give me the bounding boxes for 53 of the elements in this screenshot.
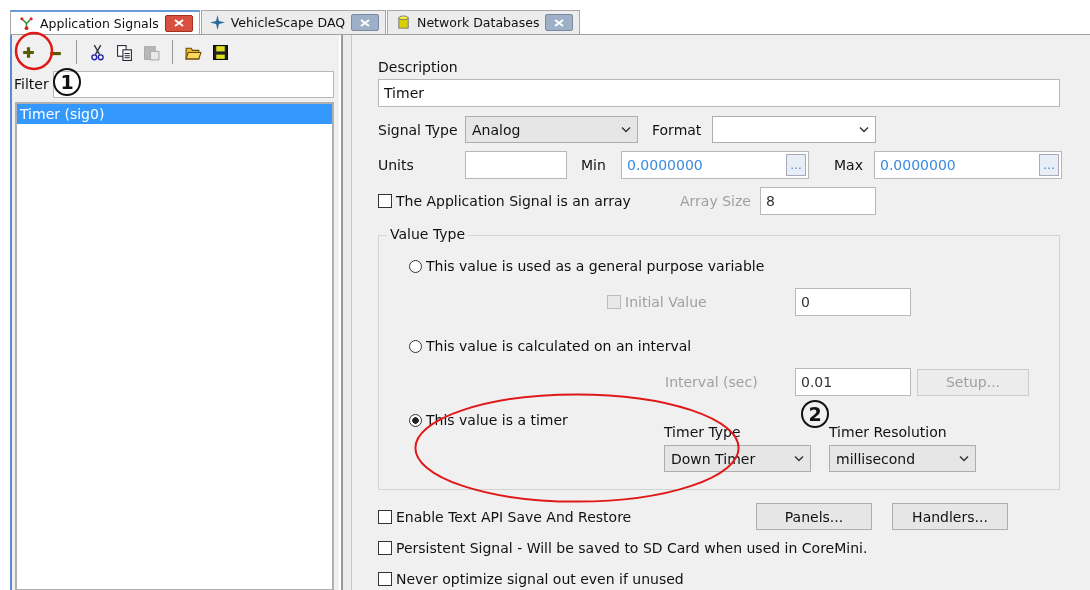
dialog-button[interactable]: Handlers... xyxy=(892,503,1008,530)
copy-icon[interactable] xyxy=(116,43,133,61)
signal-tree-icon xyxy=(19,15,34,31)
radio-button[interactable] xyxy=(409,413,422,427)
tab[interactable]: VehicleScape DAQ xyxy=(200,10,387,34)
initial-value-label: Initial Value xyxy=(625,294,708,310)
units-label: Units xyxy=(378,157,415,173)
array-checkbox-label: The Application Signal is an array xyxy=(396,193,632,209)
array-size-label: Array Size xyxy=(680,193,752,209)
checkbox[interactable] xyxy=(378,194,392,208)
option-checkbox-label: Persistent Signal - Will be saved to SD Card when used in CoreMini. xyxy=(396,539,868,556)
format-label: Format xyxy=(652,121,703,138)
option-label: This value is used as a general purpose variable xyxy=(426,258,765,274)
option-checkbox-label: Enable Text API Save And Restore xyxy=(396,508,633,525)
close-icon[interactable] xyxy=(351,14,380,31)
checkbox[interactable] xyxy=(378,540,392,555)
dialog-button[interactable]: Panels... xyxy=(756,503,872,530)
caret-icon xyxy=(959,455,969,462)
radio-button[interactable] xyxy=(409,339,422,353)
caret-icon xyxy=(621,126,631,133)
caret-icon xyxy=(794,455,804,462)
min-label: Min xyxy=(581,157,607,173)
database-icon xyxy=(396,15,412,30)
min-field[interactable]: 0.0000000 ... xyxy=(621,151,809,179)
star-icon xyxy=(209,15,225,30)
checkbox[interactable] xyxy=(378,509,392,524)
description-label: Description xyxy=(378,59,459,75)
caret-icon xyxy=(859,126,869,133)
checkbox[interactable] xyxy=(378,571,392,586)
close-icon[interactable] xyxy=(164,14,193,32)
cut-icon[interactable] xyxy=(89,43,106,61)
tab[interactable]: Application Signals xyxy=(10,10,200,34)
interval-label: Interval (sec) xyxy=(665,374,759,390)
radio-button[interactable] xyxy=(409,259,422,273)
timer-resolution-dropdown[interactable]: millisecond xyxy=(829,445,976,472)
save-icon[interactable] xyxy=(212,43,229,61)
highlight-circle xyxy=(14,31,54,71)
signal-type-dropdown[interactable]: Analog xyxy=(465,116,638,143)
step-number: 1 xyxy=(53,68,81,96)
filter-label: Filter xyxy=(14,76,49,92)
max-label: Max xyxy=(834,157,864,173)
option-checkbox-label: Never optimize signal out even if unused xyxy=(396,570,684,587)
tab[interactable]: Network Databases xyxy=(387,10,581,34)
description-field[interactable]: Timer xyxy=(378,79,1060,107)
option-label: This value is calculated on an interval xyxy=(426,338,692,354)
step-number: 2 xyxy=(801,400,829,428)
signal-type-label: Signal Type xyxy=(378,121,459,138)
units-field[interactable] xyxy=(465,151,567,179)
group-title: Value Type xyxy=(387,226,469,242)
timer-resolution-label: Timer Resolution xyxy=(829,424,948,440)
filter-field[interactable] xyxy=(52,70,335,98)
close-icon[interactable] xyxy=(545,14,574,31)
max-field[interactable]: 0.0000000 ... xyxy=(874,151,1062,179)
